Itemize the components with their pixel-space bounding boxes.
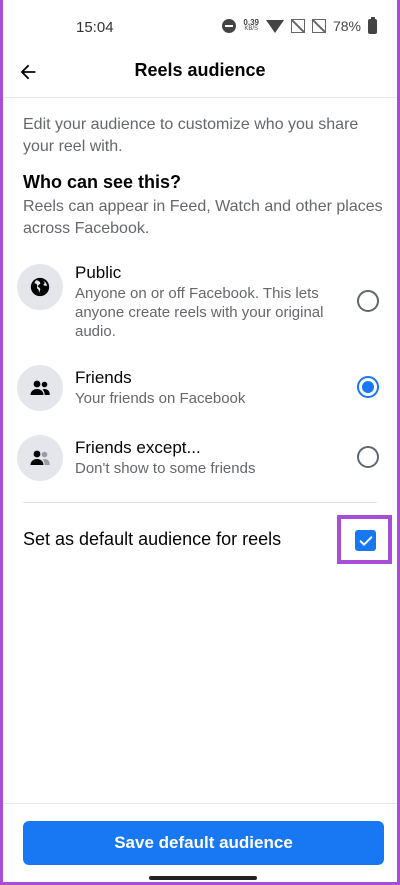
no-sim-icon (290, 19, 305, 33)
page-title: Reels audience (134, 60, 266, 80)
top-app-bar: Reels audience (3, 56, 397, 98)
checkmark-icon (359, 535, 372, 546)
section-description: Reels can appear in Feed, Watch and othe… (23, 198, 383, 237)
home-indicator[interactable] (149, 876, 257, 880)
radio-public[interactable] (357, 290, 379, 312)
option-label: Friends except... (75, 438, 201, 457)
audience-option-friends[interactable]: Friends Your friends on Facebook (17, 365, 387, 411)
default-audience-checkbox[interactable] (355, 530, 376, 551)
default-audience-label: Set as default audience for reels (23, 529, 282, 549)
battery-icon (368, 16, 377, 34)
intro-text: Edit your audience to customize who you … (23, 116, 359, 155)
network-speed-unit: KB/S (244, 26, 259, 32)
option-description: Don't show to some friends (75, 460, 256, 477)
no-signal-icon (311, 19, 326, 33)
status-bar: 15:04 0.39 KB/S 78% (3, 0, 397, 56)
globe-icon (30, 277, 50, 297)
option-icon-circle (17, 435, 63, 481)
divider (23, 502, 377, 503)
option-label: Friends (75, 368, 132, 387)
do-not-disturb-icon (222, 19, 237, 33)
friends-except-icon (30, 450, 50, 465)
option-description: Your friends on Facebook (75, 390, 246, 407)
wifi-icon (265, 19, 284, 33)
footer-divider (3, 803, 397, 804)
network-speed: 0.39 KB/S (243, 19, 259, 33)
section-title: Who can see this? (23, 172, 182, 192)
option-label: Public (75, 263, 122, 282)
audience-option-friends-except[interactable]: Friends except... Don't show to some fri… (17, 435, 387, 481)
battery-percent: 78% (332, 18, 361, 34)
friends-icon (30, 380, 50, 395)
app-screen: 15:04 0.39 KB/S 78% Reels audience Edit … (0, 0, 400, 885)
status-time: 15:04 (76, 19, 114, 36)
radio-friends-except[interactable] (357, 446, 379, 468)
option-icon-circle (17, 264, 63, 310)
status-icons: 0.39 KB/S 78% (222, 16, 377, 34)
option-description: Anyone on or off Facebook. This lets any… (75, 285, 324, 340)
audience-option-public[interactable]: Public Anyone on or off Facebook. This l… (17, 263, 387, 340)
radio-friends[interactable] (357, 376, 379, 398)
option-icon-circle (17, 365, 63, 411)
save-default-audience-button[interactable]: Save default audience (23, 821, 384, 865)
